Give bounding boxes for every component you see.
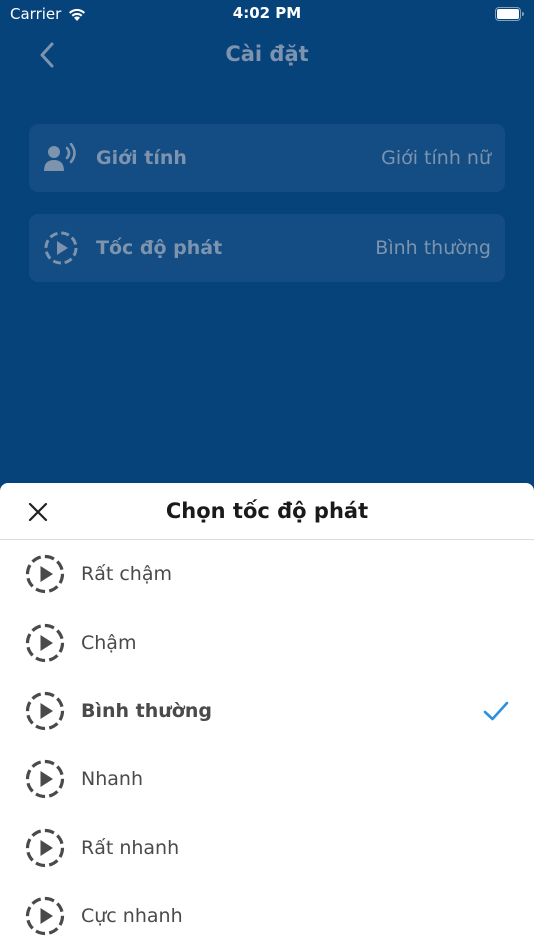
play-circle-icon — [24, 622, 66, 664]
checkmark-icon — [483, 701, 509, 721]
option-label: Bình thường — [81, 699, 212, 722]
play-circle-icon — [24, 690, 66, 732]
speed-option-very-slow[interactable]: Rất chậm — [0, 540, 534, 608]
setting-gender-value: Giới tính nữ — [381, 147, 491, 169]
speed-option-list: Rất chậm Chậm Bình thường Nhanh Rất nhan… — [0, 540, 534, 950]
option-label: Cực nhanh — [81, 905, 183, 928]
speed-option-extreme-fast[interactable]: Cực nhanh — [0, 882, 534, 950]
speed-option-normal[interactable]: Bình thường — [0, 677, 534, 745]
setting-gender-row[interactable]: Giới tính Giới tính nữ — [29, 124, 505, 192]
option-label: Nhanh — [81, 768, 143, 791]
speed-option-very-fast[interactable]: Rất nhanh — [0, 814, 534, 882]
option-label: Rất chậm — [81, 563, 172, 586]
battery-icon — [495, 7, 524, 25]
nav-header: Cài đặt — [0, 28, 534, 82]
sheet-header: Chọn tốc độ phát — [0, 483, 534, 540]
voice-icon — [44, 141, 78, 175]
option-label: Chậm — [81, 631, 137, 654]
sheet-title: Chọn tốc độ phát — [165, 499, 369, 523]
play-circle-icon — [24, 758, 66, 800]
setting-gender-label: Giới tính — [96, 147, 187, 169]
status-bar: Carrier 4:02 PM — [0, 0, 534, 28]
play-circle-icon — [24, 895, 66, 937]
speed-option-fast[interactable]: Nhanh — [0, 745, 534, 813]
speed-option-slow[interactable]: Chậm — [0, 608, 534, 676]
play-circle-icon — [24, 827, 66, 869]
status-time: 4:02 PM — [232, 4, 302, 22]
setting-speed-value: Bình thường — [375, 237, 491, 259]
setting-speed-row[interactable]: Tốc độ phát Bình thường — [29, 214, 505, 282]
play-circle-icon — [44, 231, 78, 265]
page-title: Cài đặt — [225, 42, 309, 66]
setting-speed-label: Tốc độ phát — [96, 237, 223, 259]
option-label: Rất nhanh — [81, 836, 180, 859]
speed-picker-sheet: Chọn tốc độ phát Rất chậm Chậm Bình thườ… — [0, 483, 534, 950]
play-circle-icon — [24, 553, 66, 595]
